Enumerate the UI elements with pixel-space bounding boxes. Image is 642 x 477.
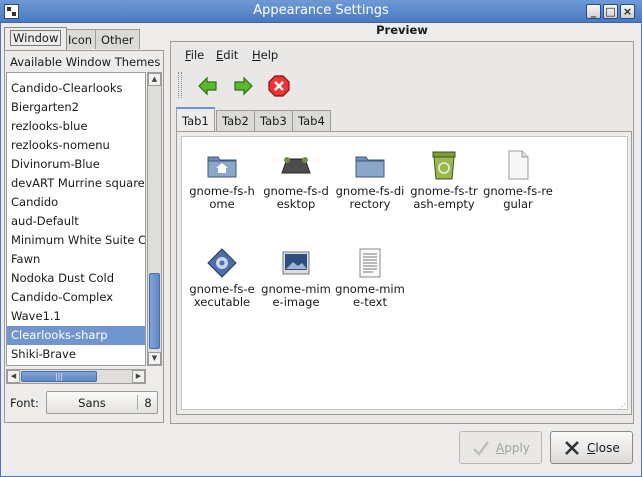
list-item[interactable]: aud-Default — [7, 212, 145, 231]
icon-label: gnome-fs-home — [189, 184, 255, 211]
icon-item[interactable]: gnome-fs-executable — [187, 247, 257, 309]
font-label: Font: — [10, 396, 39, 410]
close-x-icon — [563, 439, 581, 457]
scroll-up-icon[interactable]: ▲ — [148, 73, 161, 86]
list-item[interactable]: devART Murrine square — [7, 174, 145, 193]
icon-item[interactable]: gnome-fs-trash-empty — [409, 149, 479, 211]
list-item[interactable]: Nodoka Dust Cold — [7, 269, 145, 288]
apply-label: Apply — [496, 441, 530, 455]
icon-item[interactable]: gnome-fs-home — [187, 149, 257, 211]
icon-view[interactable]: gnome-fs-home gnome-fs-desktop gnome-fs-… — [181, 136, 628, 410]
menu-help[interactable]: Help — [252, 48, 278, 62]
toolbar-handle[interactable] — [178, 72, 182, 98]
icon-label: gnome-fs-directory — [335, 184, 405, 211]
font-picker-button[interactable]: Sans 8 — [46, 391, 158, 414]
trash-empty-icon — [428, 149, 460, 181]
icon-label: gnome-fs-desktop — [263, 184, 329, 211]
icon-label: gnome-fs-executable — [189, 282, 255, 309]
vertical-scroll-thumb[interactable] — [149, 273, 160, 349]
stop-icon[interactable] — [267, 74, 291, 98]
list-item[interactable]: rezlooks-blue — [7, 117, 145, 136]
tab-tab2[interactable]: Tab2 — [216, 110, 255, 131]
maximize-button[interactable]: □ — [603, 4, 618, 19]
list-item[interactable]: Candido-Clearlooks — [7, 79, 145, 98]
icon-item[interactable]: gnome-fs-regular — [483, 149, 553, 211]
title-bar[interactable]: Appearance Settings _ □ × — [0, 0, 642, 23]
tab-icon[interactable]: Icon — [62, 29, 99, 49]
folder-icon — [354, 149, 386, 181]
tab-other[interactable]: Other — [95, 29, 140, 49]
list-item[interactable]: Fawn — [7, 250, 145, 269]
go-forward-icon[interactable] — [231, 74, 255, 98]
scroll-right-icon[interactable]: ▶ — [132, 370, 145, 383]
icon-label: gnome-fs-trash-empty — [410, 184, 478, 211]
tab-tab1[interactable]: Tab1 — [176, 107, 215, 132]
scroll-down-icon[interactable]: ▼ — [148, 352, 161, 365]
checkmark-icon — [472, 439, 490, 457]
folder-home-icon — [206, 149, 238, 181]
list-item[interactable]: Biergarten2 — [7, 98, 145, 117]
list-item[interactable]: Candido — [7, 193, 145, 212]
themes-label: Available Window Themes — [10, 55, 161, 69]
vertical-scrollbar[interactable]: ▲ ▼ — [147, 72, 162, 366]
icon-item[interactable]: gnome-fs-desktop — [261, 149, 331, 211]
horizontal-scrollbar[interactable]: ◀ ||| ▶ — [6, 369, 146, 384]
icon-item[interactable]: gnome-fs-directory — [335, 149, 405, 211]
tab-window[interactable]: Window — [4, 27, 68, 50]
menu-edit[interactable]: Edit — [216, 48, 238, 62]
tab-tab4[interactable]: Tab4 — [292, 110, 331, 131]
close-button[interactable]: Close — [550, 431, 633, 464]
icon-item[interactable]: gnome-mime-text — [335, 247, 405, 309]
theme-list[interactable]: Candido-Clearlooks Biergarten2 rezlooks-… — [6, 72, 146, 366]
list-item-partial — [7, 73, 145, 78]
list-item[interactable]: Shiki-Brave — [7, 345, 145, 364]
close-label: Close — [587, 441, 620, 455]
text-file-icon — [354, 247, 386, 279]
regular-file-icon — [502, 149, 534, 181]
go-back-icon[interactable] — [196, 74, 220, 98]
scroll-left-icon[interactable]: ◀ — [7, 370, 20, 383]
list-item[interactable]: Candido-Complex — [7, 288, 145, 307]
font-size: 8 — [144, 396, 152, 410]
horizontal-scroll-thumb[interactable]: ||| — [21, 371, 97, 382]
font-name: Sans — [78, 396, 106, 410]
window-title: Appearance Settings — [253, 3, 389, 18]
icon-item[interactable]: gnome-mime-image — [261, 247, 331, 309]
minimize-button[interactable]: _ — [586, 4, 601, 19]
preview-title: Preview — [376, 23, 428, 37]
list-item[interactable]: Minimum White Suite C — [7, 231, 145, 250]
close-window-button[interactable]: × — [620, 4, 635, 19]
menu-file[interactable]: File — [185, 48, 204, 62]
apply-button[interactable]: Apply — [459, 431, 542, 464]
tab-tab3[interactable]: Tab3 — [254, 110, 293, 131]
list-item[interactable]: Wave1.1 — [7, 307, 145, 326]
image-file-icon — [280, 247, 312, 279]
list-item-selected[interactable]: Clearlooks-sharp — [7, 326, 145, 345]
list-item[interactable]: Divinorum-Blue — [7, 155, 145, 174]
list-item[interactable]: rezlooks-nomenu — [7, 136, 145, 155]
icon-label: gnome-mime-image — [261, 282, 331, 309]
menu-bar: File Edit Help — [172, 44, 632, 64]
resize-grip-icon[interactable]: ⋰ — [618, 402, 628, 412]
icon-label: gnome-mime-text — [335, 282, 405, 309]
icon-label: gnome-fs-regular — [483, 184, 553, 211]
desktop-icon — [280, 149, 312, 181]
executable-icon — [206, 247, 238, 279]
